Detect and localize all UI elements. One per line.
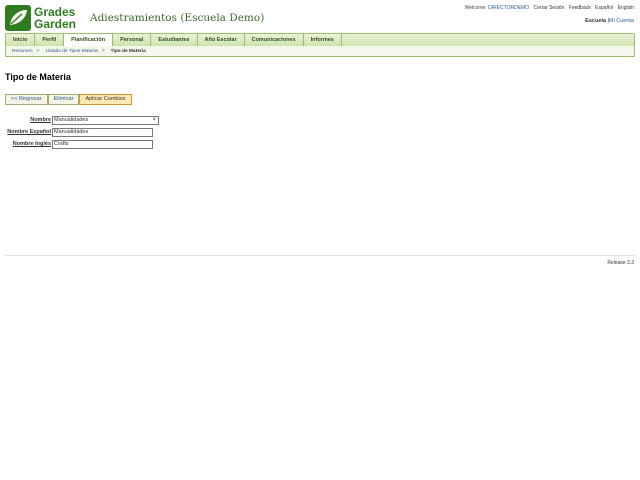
spanish-link[interactable]: Español [595,5,613,11]
subject-type-form: Nombre Manualidades × Nombre Español Man… [5,114,159,150]
tab-comunicaciones[interactable]: Comunicaciones [245,34,304,46]
apply-changes-button[interactable]: Aplicar Cambios [79,94,132,105]
form-row: Nombre Manualidades × [5,114,159,126]
feedback-link[interactable]: Feedback [569,5,591,11]
action-buttons: << Regresar Eliminar Aplicar Cambios [5,94,132,105]
english-name-input-value: Crafts [54,141,69,147]
name-input[interactable]: Manualidades × [52,115,159,125]
page-title: Tipo de Materia [5,72,71,82]
scope-label: Escuela [585,18,606,24]
main-nav: Inicio Perfil Planificación Personal Est… [5,33,635,47]
user-name: DIRECTORDEMO [488,5,530,11]
top-links: Welcome: DIRECTORDEMO Cerrar Sesión Feed… [465,5,634,11]
tab-ano-escolar[interactable]: Año Escolar [198,34,245,46]
breadcrumb-current: Tipo de Materia [110,48,146,54]
spanish-name-input-value: Manualidades [54,129,89,135]
name-label: Nombre [30,117,51,123]
logo: Grades Garden [5,4,83,32]
tab-planificacion[interactable]: Planificación [64,34,114,46]
logout-link[interactable]: Cerrar Sesión [534,5,565,11]
tab-perfil[interactable]: Perfil [35,34,65,46]
form-row: Nombre Español Manualidades [5,126,159,138]
logo-line2: Garden [34,17,77,31]
breadcrumb-listado[interactable]: Listado de Tipos Materia [45,49,97,54]
school-title: Adiestramientos (Escuela Demo) [90,12,265,24]
account-area: Escuela |Mi Cuenta [585,18,634,24]
logo-text: Grades Garden [34,6,76,30]
breadcrumb-separator: > [101,48,105,54]
spanish-name-input[interactable]: Manualidades [52,127,153,137]
tab-inicio[interactable]: Inicio [6,34,36,46]
release-version: Release 3.3 [607,260,634,266]
close-icon[interactable]: × [152,117,156,123]
breadcrumb-separator: > [36,48,40,54]
my-account-link[interactable]: Mi Cuenta [609,18,634,24]
welcome-label: Welcome: [464,5,487,11]
form-row: Nombre Inglés Crafts [5,138,159,150]
spanish-name-label: Nombre Español [7,129,51,135]
footer-divider [5,255,635,256]
breadcrumb: Resumen > Listado de Tipos Materia > Tip… [5,46,635,57]
leaf-icon [5,5,31,31]
tab-informes[interactable]: Informes [304,34,342,46]
delete-button[interactable]: Eliminar [47,94,80,105]
tab-personal[interactable]: Personal [113,34,152,46]
english-name-input[interactable]: Crafts [52,139,153,149]
english-link[interactable]: English [618,5,634,11]
back-button[interactable]: << Regresar [5,94,48,105]
name-input-value: Manualidades [54,117,89,123]
breadcrumb-resumen[interactable]: Resumen [12,49,33,54]
english-name-label: Nombre Inglés [12,141,51,147]
tab-estudiantes[interactable]: Estudiantes [151,34,198,46]
